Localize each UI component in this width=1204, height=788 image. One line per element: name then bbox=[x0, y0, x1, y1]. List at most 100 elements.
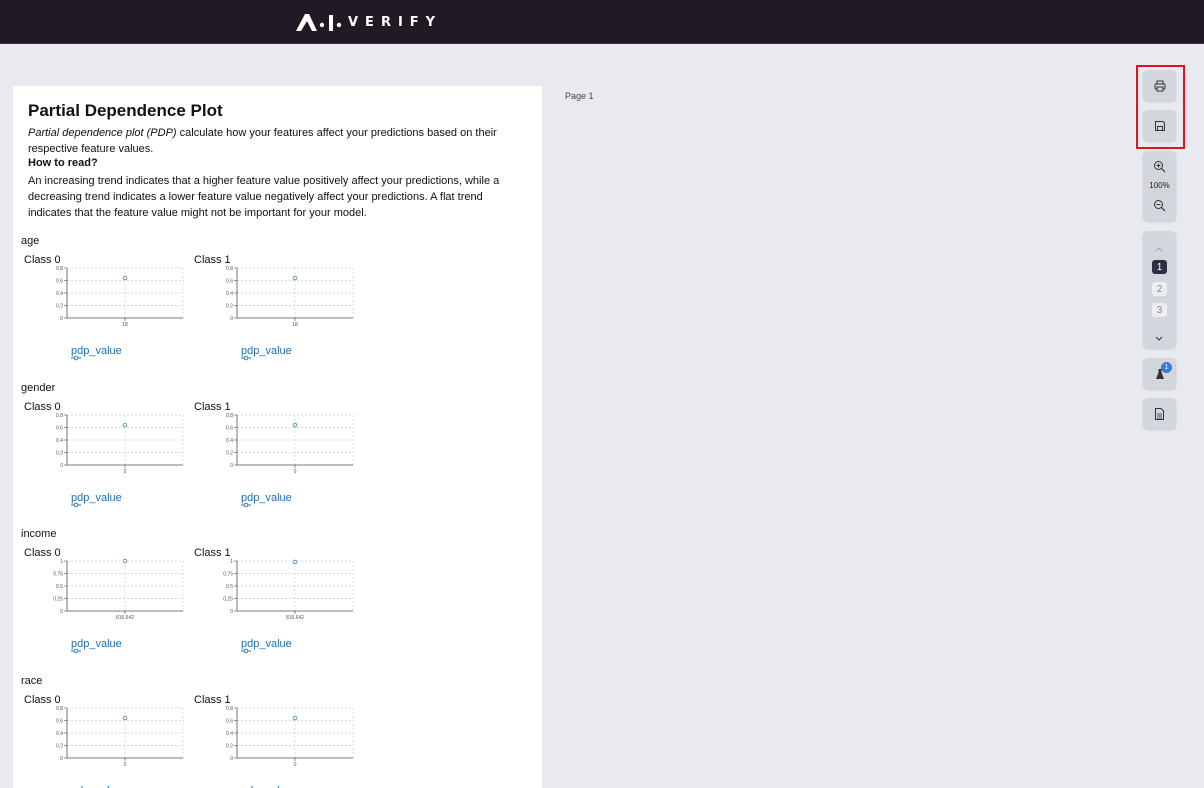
legend[interactable]: pdp_value bbox=[241, 638, 292, 654]
x-tick-label: 0 bbox=[124, 762, 127, 768]
y-tick-label: 0.6 bbox=[56, 426, 63, 432]
y-tick-label: 0.4 bbox=[226, 731, 233, 737]
zoom-in-button[interactable] bbox=[1153, 160, 1166, 178]
y-tick-label: 0.8 bbox=[56, 413, 63, 419]
save-button[interactable] bbox=[1143, 110, 1176, 141]
y-tick-label: 0 bbox=[230, 316, 233, 322]
data-point bbox=[122, 422, 128, 428]
y-tick-label: 0.2 bbox=[56, 451, 63, 457]
x-tick-label: 816.642 bbox=[116, 615, 134, 621]
plot-svg: 0 0.2 0.4 0.6 0.8 18 bbox=[56, 266, 184, 328]
legend-marker-icon bbox=[71, 648, 81, 654]
x-tick-label: 0 bbox=[294, 762, 297, 768]
plugin-button[interactable] bbox=[1143, 358, 1176, 389]
plot-svg: 0 0.2 0.4 0.6 0.8 0 bbox=[56, 413, 184, 475]
y-tick-label: 0.2 bbox=[56, 744, 63, 750]
pdp-plot: Class 100.20.40.60.80pdp_value bbox=[191, 401, 361, 521]
x-tick-label: 18 bbox=[122, 322, 128, 328]
y-tick-label: 0.6 bbox=[56, 279, 63, 285]
zoom-out-button[interactable] bbox=[1153, 199, 1166, 217]
plugin-badge: 1 bbox=[1161, 362, 1172, 373]
top-bar: VERIFY bbox=[0, 0, 1204, 44]
feature-age: age Class 0 0 0.2 0.4 0.6 0.8 18 pdp_value Class … bbox=[21, 235, 521, 380]
y-tick-label: 0.2 bbox=[226, 304, 233, 310]
legend-marker-icon bbox=[71, 355, 81, 361]
legend-marker-icon bbox=[241, 502, 251, 508]
page-label: Page 1 bbox=[565, 91, 594, 101]
y-tick-label: 1 bbox=[60, 559, 63, 565]
x-tick-label: 0 bbox=[124, 469, 127, 475]
y-tick-label: 0 bbox=[60, 609, 63, 615]
description-em: Partial dependence plot (PDP) bbox=[28, 127, 177, 139]
page-navigator: 1 2 3 bbox=[1143, 231, 1176, 348]
y-tick-label: 0 bbox=[230, 609, 233, 615]
y-tick-label: 0.8 bbox=[226, 706, 233, 712]
x-tick-label: 816.642 bbox=[286, 615, 304, 621]
legend[interactable]: pdp_value bbox=[71, 345, 122, 361]
plot-svg: 0 0.2 0.4 0.6 0.8 0 bbox=[226, 706, 354, 768]
how-to-read-title: How to read? bbox=[28, 157, 98, 169]
printer-icon bbox=[1154, 80, 1165, 91]
y-tick-label: 0.75 bbox=[53, 572, 63, 578]
page-2-button[interactable]: 2 bbox=[1152, 282, 1167, 296]
y-tick-label: 0 bbox=[60, 756, 63, 762]
y-tick-label: 0.8 bbox=[56, 706, 63, 712]
page-up-button[interactable] bbox=[1154, 240, 1164, 258]
data-point bbox=[122, 715, 128, 721]
aiverify-logo: VERIFY bbox=[296, 12, 442, 32]
description: Partial dependence plot (PDP) calculate … bbox=[28, 125, 528, 157]
legend-marker-icon bbox=[71, 502, 81, 508]
y-tick-label: 0 bbox=[60, 463, 63, 469]
report-page: Partial Dependence Plot Partial dependen… bbox=[13, 86, 542, 788]
document-button[interactable] bbox=[1143, 398, 1176, 429]
feature-name: age bbox=[21, 235, 40, 247]
chevron-down-icon bbox=[1155, 336, 1163, 341]
y-tick-label: 0 bbox=[230, 756, 233, 762]
legend-marker-icon bbox=[241, 648, 251, 654]
pdp-plot: Class 1 0 0.2 0.4 0.6 0.8 18 pdp_value bbox=[191, 254, 361, 374]
legend[interactable]: pdp_value bbox=[241, 345, 292, 361]
feature-gender: gender Class 0 0 0.2 0.4 0.6 0.8 0 pdp_value Clas… bbox=[21, 382, 521, 527]
print-button[interactable] bbox=[1143, 70, 1176, 101]
pdp-plot: Class 000.20.40.60.80pdp_value bbox=[21, 694, 191, 788]
page-down-button[interactable] bbox=[1154, 329, 1164, 347]
pdp-plot: Class 0 0 0.25 0.5 0.75 1 816.642 pdp_value bbox=[21, 547, 191, 667]
pdp-plot: Class 100.20.40.60.80pdp_value bbox=[191, 694, 361, 788]
plot-svg: 0 0.2 0.4 0.6 0.8 0 bbox=[56, 706, 184, 768]
page-1-button[interactable]: 1 bbox=[1152, 260, 1167, 274]
y-tick-label: 0.4 bbox=[56, 438, 63, 444]
pdp-plot: Class 000.20.40.60.80pdp_value bbox=[21, 401, 191, 521]
pdp-plot: Class 1 0 0.25 0.5 0.75 1 816.642 pdp_value bbox=[191, 547, 361, 667]
y-tick-label: 0.8 bbox=[56, 266, 63, 272]
y-tick-label: 0.25 bbox=[223, 597, 233, 603]
y-tick-label: 0.2 bbox=[226, 451, 233, 457]
data-point bbox=[122, 275, 128, 281]
y-tick-label: 0.6 bbox=[226, 426, 233, 432]
y-tick-label: 0.2 bbox=[56, 304, 63, 310]
data-point bbox=[292, 715, 298, 721]
legend[interactable]: pdp_value bbox=[71, 492, 122, 508]
zoom-in-icon bbox=[1154, 161, 1166, 173]
save-icon bbox=[1154, 120, 1165, 131]
y-tick-label: 0.8 bbox=[226, 413, 233, 419]
pdp-plot: Class 0 0 0.2 0.4 0.6 0.8 18 pdp_value bbox=[21, 254, 191, 374]
how-to-read-text: An increasing trend indicates that a hig… bbox=[28, 175, 500, 219]
legend[interactable]: pdp_value bbox=[71, 638, 122, 654]
y-tick-label: 0.4 bbox=[56, 291, 63, 297]
data-point bbox=[292, 559, 298, 565]
logo-mark-icon bbox=[296, 14, 342, 31]
data-point bbox=[292, 422, 298, 428]
document-icon bbox=[1155, 407, 1164, 420]
section-title: Partial Dependence Plot bbox=[28, 101, 223, 120]
legend[interactable]: pdp_value bbox=[241, 492, 292, 508]
y-tick-label: 0.4 bbox=[226, 438, 233, 444]
feature-name: race bbox=[21, 675, 43, 687]
feature-name: income bbox=[21, 528, 57, 540]
y-tick-label: 0.6 bbox=[56, 719, 63, 725]
feature-income: income Class 0 0 0.25 0.5 0.75 1 816.642 pdp_val… bbox=[21, 528, 521, 673]
zoom-controls: 100% bbox=[1143, 151, 1176, 221]
y-tick-label: 0.75 bbox=[223, 572, 233, 578]
page-3-button[interactable]: 3 bbox=[1152, 303, 1167, 317]
y-tick-label: 0 bbox=[60, 316, 63, 322]
y-tick-label: 0.4 bbox=[226, 291, 233, 297]
